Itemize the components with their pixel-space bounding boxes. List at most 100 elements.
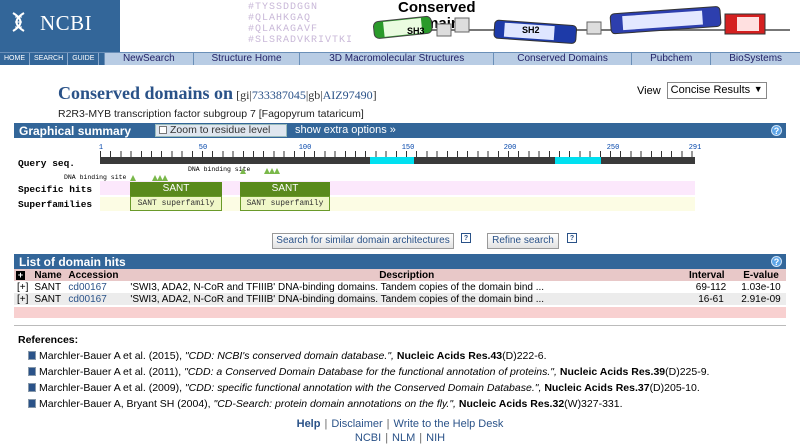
hit-evalue: 1.03e-10: [736, 281, 786, 293]
dna-binding-site-label: DNA binding site: [64, 174, 127, 181]
pubmed-icon[interactable]: [28, 383, 36, 392]
ncbi-logo[interactable]: NCBI: [0, 0, 120, 52]
ref-title: "CDD: a Conserved Domain Database for th…: [184, 366, 557, 378]
reference-item: Marchler-Bauer A et al. (2011), "CDD: a …: [28, 366, 709, 378]
pubmed-icon[interactable]: [28, 367, 36, 376]
sant-hit-bar[interactable]: SANT: [240, 182, 330, 196]
domain-hits-header: List of domain hits ?: [14, 254, 786, 269]
search-similar-architectures-button[interactable]: Search for similar domain architectures: [272, 233, 454, 249]
footer-links-secondary: NCBI | NLM | NIH: [0, 432, 800, 444]
table-row[interactable]: [+] SANT cd00167 'SWI3, ADA2, N-CoR and …: [14, 281, 786, 293]
specific-hits-label: Specific hits: [18, 184, 93, 195]
nav-conserved-domains-link[interactable]: Conserved Domains: [492, 53, 631, 65]
footer-separator: |: [386, 418, 390, 430]
nav-structure-home-link[interactable]: Structure Home: [192, 53, 300, 65]
footer-help-link[interactable]: Help: [297, 418, 321, 430]
ncbi-helix-icon: [12, 12, 25, 32]
reference-item: Marchler-Bauer A et al. (2015), "CDD: NC…: [28, 350, 547, 362]
help-icon[interactable]: ?: [567, 233, 577, 243]
accession-link[interactable]: cd00167: [68, 282, 106, 293]
conserved-domains-banner: #TYSSDDGGN #QLAHKGAQ #QLAKAGAVF #SLSRADV…: [120, 0, 800, 52]
expand-row-toggle[interactable]: [+]: [14, 293, 32, 305]
dna-binding-site-markers[interactable]: [240, 168, 285, 174]
footer-separator: |: [324, 418, 328, 430]
view-select[interactable]: Concise Results ▼: [666, 82, 767, 99]
gi-prefix: [gi|: [236, 88, 252, 102]
help-icon[interactable]: ?: [771, 125, 782, 136]
ref-pages: (D)205-10.: [649, 382, 700, 394]
nav-pubchem-link[interactable]: Pubchem: [631, 53, 710, 65]
ncbi-logo-text: NCBI: [40, 11, 93, 35]
column-header-description[interactable]: Description: [127, 269, 686, 281]
pubmed-icon[interactable]: [28, 399, 36, 408]
ref-authors: Marchler-Bauer A et al. (2009),: [39, 382, 185, 394]
nav-biosystems-link[interactable]: BioSystems: [710, 53, 800, 65]
sant-superfamily-bar[interactable]: SANT superfamily: [240, 196, 330, 211]
zoom-checkbox-icon[interactable]: [159, 126, 167, 134]
expand-all-icon[interactable]: +: [16, 270, 25, 280]
show-extra-options-link[interactable]: show extra options »: [295, 124, 396, 136]
banner-sequence-line: #QLAKAGAVF: [248, 24, 319, 35]
query-seq-label: Query seq.: [18, 158, 76, 169]
table-footer-band: [14, 307, 786, 318]
footer-separator: |: [419, 432, 423, 444]
references-title: References:: [18, 334, 79, 346]
column-header-evalue[interactable]: E-value: [736, 269, 786, 281]
ref-journal: Nucleic Acids Res.37: [544, 382, 650, 394]
domain-hits-table: + Name Accession Description Interval E-…: [14, 269, 786, 305]
reference-item: Marchler-Bauer A et al. (2009), "CDD: sp…: [28, 382, 700, 394]
mini-nav: HOME SEARCH GUIDE: [0, 53, 100, 65]
expand-row-toggle[interactable]: [+]: [14, 281, 32, 293]
banner-domain-graphic: SH3 SH2: [372, 6, 790, 44]
nav-newsearch-link[interactable]: NewSearch: [104, 53, 193, 65]
nav-home-link[interactable]: HOME: [0, 53, 30, 65]
divider: [14, 325, 786, 326]
ref-title: "CD-Search: protein domain annotations o…: [213, 398, 456, 410]
footer-nlm-link[interactable]: NLM: [392, 432, 415, 444]
view-label: View: [637, 84, 661, 97]
zoom-to-residue-toggle[interactable]: Zoom to residue level: [155, 124, 287, 137]
hit-description: 'SWI3, ADA2, N-CoR and TFIIIB' DNA-bindi…: [127, 293, 686, 305]
page-title: Conserved domains on: [58, 83, 234, 103]
refine-search-button[interactable]: Refine search: [487, 233, 559, 249]
banner-domain-sh3: SH3: [407, 26, 425, 36]
page-header: NCBI #TYSSDDGGN #QLAHKGAQ #QLAKAGAVF #SL…: [0, 0, 800, 52]
hit-name: SANT: [31, 281, 66, 293]
sant-hit-bar[interactable]: SANT: [130, 182, 222, 196]
table-row[interactable]: [+] SANT cd00167 'SWI3, ADA2, N-CoR and …: [14, 293, 786, 305]
view-selector-row: View Concise Results ▼: [637, 82, 767, 99]
hit-interval: 16-61: [686, 293, 736, 305]
column-header-name[interactable]: Name: [31, 269, 66, 281]
hit-description: 'SWI3, ADA2, N-CoR and TFIIIB' DNA-bindi…: [127, 281, 686, 293]
hit-evalue: 2.91e-09: [736, 293, 786, 305]
gi-separator: |gb|: [305, 88, 323, 102]
footer-ncbi-link[interactable]: NCBI: [355, 432, 381, 444]
gi-link[interactable]: 733387045: [252, 88, 306, 102]
footer-helpdesk-link[interactable]: Write to the Help Desk: [394, 418, 504, 430]
banner-sequence-line: #QLAHKGAQ: [248, 13, 312, 24]
ref-journal: Nucleic Acids Res.32: [458, 398, 565, 410]
pubmed-icon[interactable]: [28, 351, 36, 360]
footer-disclaimer-link[interactable]: Disclaimer: [331, 418, 382, 430]
expand-all-header[interactable]: +: [14, 269, 32, 281]
reference-item: Marchler-Bauer A, Bryant SH (2004), "CD-…: [28, 398, 623, 410]
protein-description: R2R3-MYB transcription factor subgroup 7…: [58, 108, 364, 120]
help-icon[interactable]: ?: [771, 256, 782, 267]
help-icon[interactable]: ?: [461, 233, 471, 243]
footer-nih-link[interactable]: NIH: [426, 432, 445, 444]
ref-title: "CDD: NCBI's conserved domain database."…: [184, 350, 394, 362]
column-header-interval[interactable]: Interval: [686, 269, 736, 281]
sequence-identifier: [gi|733387045|gb|AIZ97490]: [236, 88, 377, 102]
nav-3d-structures-link[interactable]: 3D Macromolecular Structures: [299, 53, 492, 65]
ref-title: "CDD: specific functional annotation wit…: [184, 382, 542, 394]
accession-link[interactable]: cd00167: [68, 294, 106, 305]
genbank-link[interactable]: AIZ97490: [323, 88, 373, 102]
sant-superfamily-bar[interactable]: SANT superfamily: [130, 196, 222, 211]
nav-search-link[interactable]: SEARCH: [30, 53, 69, 65]
ref-pages: (D)225-9.: [665, 366, 710, 378]
accession-cell: cd00167: [65, 293, 128, 305]
nav-guide-link[interactable]: GUIDE: [68, 53, 100, 65]
ref-authors: Marchler-Bauer A et al. (2015),: [39, 350, 185, 362]
column-header-accession[interactable]: Accession: [65, 269, 128, 281]
banner-domain-sh2: SH2: [522, 25, 540, 35]
